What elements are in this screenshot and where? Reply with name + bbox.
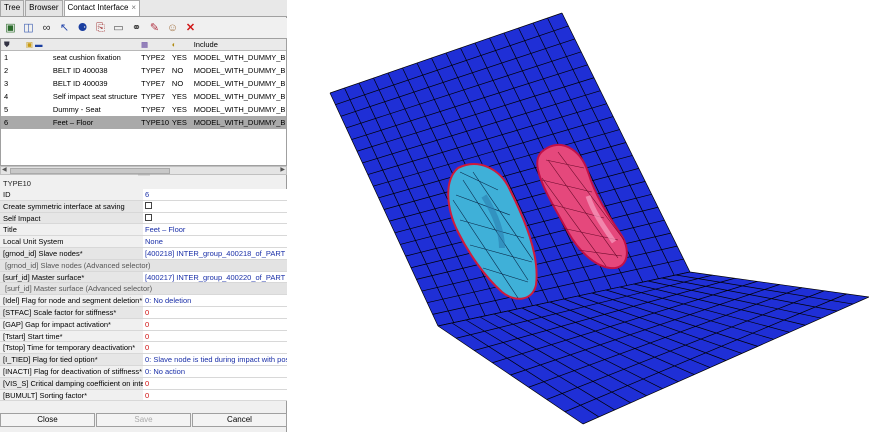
blank-page-icon[interactable]: ▭ [111,21,126,36]
prop-row-bumult[interactable]: [BUMULT] Sorting factor* 0 [0,389,287,402]
list-row[interactable]: 1 seat cushion fixation TYPE2 YES MODEL_WITH… [1,51,286,64]
prop-row-self-impact[interactable]: Self Impact [0,212,287,225]
3d-viewport[interactable] [288,0,869,432]
tab-contact-interface[interactable]: Contact Interface × [63,0,141,16]
prop-row-gap[interactable]: [GAP] Gap for impact activation* 0 [0,318,287,331]
scroll-right-icon[interactable]: ▶ [280,166,285,173]
lock-name-column-icon: ▣ ▬ [25,40,43,49]
prop-row-symmetric[interactable]: Create symmetric interface at saving [0,200,287,213]
shield-icon: ⛊ [4,40,10,49]
prop-row-inacti[interactable]: [INACTI] Flag for deactivation of stiffn… [0,365,287,378]
add-interface-icon[interactable]: ▣ [3,21,18,36]
property-editor: TYPE10 ID 6 Create symmetric interface at… [0,178,287,402]
delete-icon[interactable]: ✕ [183,21,198,36]
prop-row-slave-nodes[interactable]: [grnod_id] Slave nodes* [400218] INTER_gr… [0,247,287,260]
save-button[interactable]: Save [96,413,191,427]
list-row[interactable]: 3 BELT ID 400039 TYPE7 NO MODEL_WITH_DUMMY_B… [1,77,286,90]
glasses-icon[interactable]: ∞ [39,21,54,36]
list-row-selected[interactable]: 6 Feet – Floor TYPE10 YES MODEL_WITH_DUMMY_B… [1,116,286,129]
prop-row-title[interactable]: Title Feet – Floor [0,224,287,237]
tab-browser[interactable]: Browser [25,0,63,16]
active-column-icon: ◐ [171,40,177,49]
prop-row-id[interactable]: ID 6 [0,189,287,201]
prop-row-unit-system[interactable]: Local Unit System None [0,236,287,248]
cancel-button[interactable]: Cancel [192,413,287,427]
include-column-header: Include [193,40,218,49]
close-button[interactable]: Close [0,413,95,427]
new-interface-icon[interactable]: ◫ [21,21,36,36]
tab-bar: Tree Browser Contact Interface × [0,0,287,17]
prop-row-tstop[interactable]: [Tstop] Time for temporary deactivation*… [0,342,287,355]
prop-row-stfac[interactable]: [STFAC] Scale factor for stiffness* 0 [0,306,287,319]
prop-row-tstart[interactable]: [Tstart] Start time* 0 [0,330,287,343]
export-icon[interactable]: ⎘ [93,21,108,36]
dialog-buttons: Close Save Cancel [0,413,287,427]
prop-row-master-advanced[interactable]: [surf_id] Master surface (Advanced selec… [0,283,287,296]
prop-row-slave-advanced[interactable]: [grnod_id] Slave nodes (Advanced selecto… [0,259,287,272]
list-row[interactable]: 4 Self impact seat structure TYPE7 YES MODEL… [1,90,286,103]
prop-row-vis-s[interactable]: [VIS_S] Critical damping coefficient on … [0,377,287,390]
nodes-icon[interactable]: ⚈ [75,21,90,36]
toolbar: ▣ ◫ ∞ ↖ ⚈ ⎘ ▭ ⚭ ✎ ☺ ✕ [0,18,287,38]
prop-row-master-surface[interactable]: [surf_id] Master surface* [400217] INTER_… [0,271,287,284]
binoculars-icon[interactable]: ⚭ [129,21,144,36]
close-tab-icon[interactable]: × [131,3,136,12]
list-row[interactable]: 5 Dummy - Seat TYPE7 YES MODEL_WITH_DUMMY_BE [1,103,286,116]
prop-row-idel[interactable]: [Idel] Flag for node and segment deletio… [0,295,287,307]
edit-person-icon[interactable]: ✎ [147,21,162,36]
tab-tree[interactable]: Tree [0,0,25,16]
type-column-icon: ▦ [141,40,149,49]
property-section-title: TYPE10 [3,179,31,188]
scroll-left-icon[interactable]: ◀ [2,166,7,173]
list-row[interactable]: 2 BELT ID 400038 TYPE7 NO MODEL_WITH_DUMMY_B… [1,64,286,77]
contact-interface-panel: Tree Browser Contact Interface × ▣ ◫ ∞ ↖ … [0,0,287,432]
prop-row-i-tied[interactable]: [I_TIED] Flag for tied option* 0: Slave n… [0,354,287,366]
user-icon[interactable]: ☺ [165,21,180,36]
symmetric-checkbox[interactable] [145,202,152,210]
self-impact-checkbox[interactable] [145,214,152,222]
interface-list: ⛊ ▣ ▬ ▦ ◐ Include 1 seat cushion fixation… [0,38,287,166]
list-header: ⛊ ▣ ▬ ▦ ◐ Include [1,39,286,51]
model-canvas[interactable] [288,0,869,432]
pointer-icon[interactable]: ↖ [57,21,72,36]
